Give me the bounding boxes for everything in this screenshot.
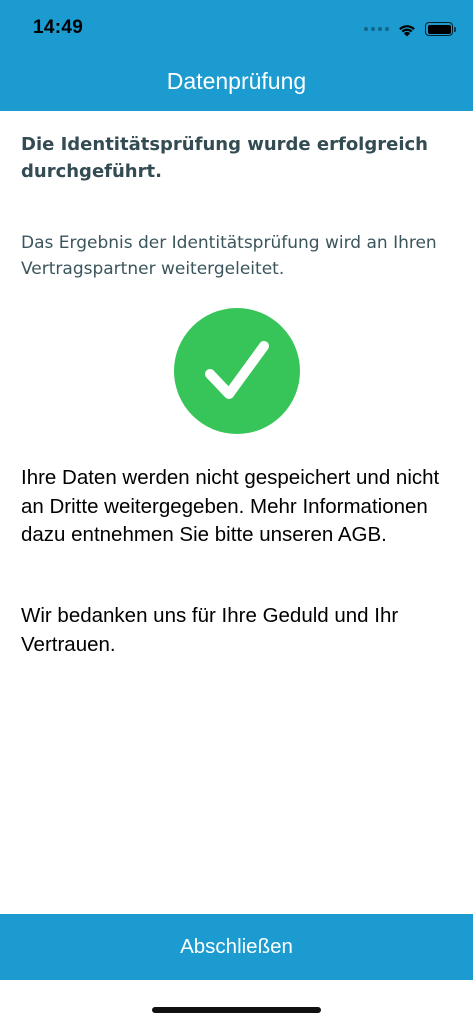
screen: 14:49 Datenprüfung Die Identitätsprüfung… bbox=[0, 0, 473, 1024]
result-forwarded-text: Das Ergebnis der Identitätsprüfung wird … bbox=[21, 233, 437, 279]
checkmark-circle-icon bbox=[174, 308, 300, 434]
privacy-text: Ihre Daten werden nicht gespeichert und … bbox=[21, 466, 440, 546]
success-heading: Die Identitätsprüfung wurde erfolgreich … bbox=[21, 134, 428, 182]
cellular-signal-icon bbox=[364, 27, 389, 31]
battery-icon bbox=[425, 22, 456, 36]
home-indicator[interactable] bbox=[152, 1007, 321, 1013]
top-bar: 14:49 Datenprüfung bbox=[0, 0, 473, 111]
status-icons bbox=[364, 18, 456, 40]
status-time: 14:49 bbox=[33, 17, 84, 38]
thanks-text: Wir bedanken uns für Ihre Geduld und Ihr… bbox=[21, 604, 399, 656]
wifi-icon bbox=[399, 25, 415, 37]
page-title: Datenprüfung bbox=[166, 68, 307, 94]
finish-button[interactable]: Abschließen bbox=[0, 914, 473, 980]
